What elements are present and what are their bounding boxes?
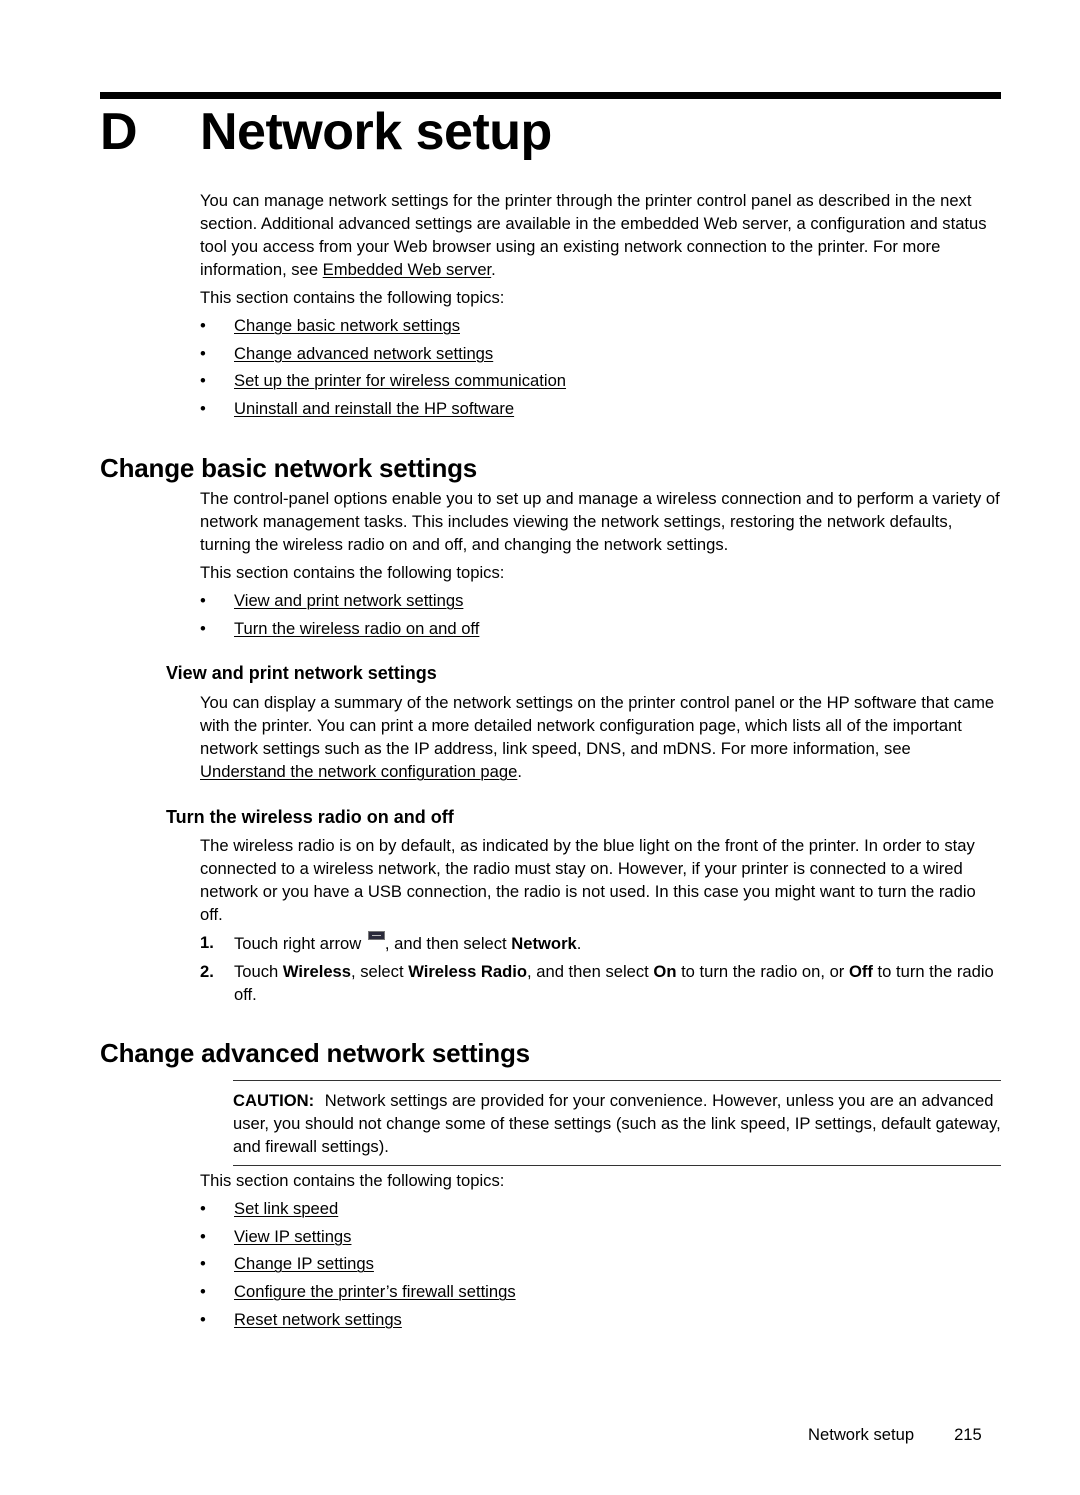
list-item: • Uninstall and reinstall the HP software bbox=[200, 397, 566, 425]
link-change-basic-network-settings[interactable]: Change basic network settings bbox=[234, 316, 460, 335]
advanced-topics-intro: This section contains the following topi… bbox=[200, 1171, 505, 1190]
document-page: D Network setup You can manage network se… bbox=[0, 0, 1080, 1495]
step-number: 1. bbox=[200, 933, 214, 952]
link-wireless-communication[interactable]: Set up the printer for wireless communic… bbox=[234, 371, 566, 390]
list-item: • Reset network settings bbox=[200, 1308, 516, 1336]
basic-settings-paragraph: The control-panel options enable you to … bbox=[200, 489, 1000, 554]
step-number: 2. bbox=[200, 962, 214, 981]
bullet-icon: • bbox=[200, 618, 206, 638]
chapter-rule bbox=[100, 92, 1001, 99]
step-2: 2. Touch Wireless, select Wireless Radio… bbox=[200, 960, 1000, 1006]
link-firewall-settings[interactable]: Configure the printer’s firewall setting… bbox=[234, 1282, 516, 1301]
list-item: • View and print network settings bbox=[200, 589, 479, 617]
step-text: , select bbox=[351, 962, 409, 981]
link-network-configuration-page[interactable]: Understand the network configuration pag… bbox=[200, 762, 517, 781]
caution-text: Network settings are provided for your c… bbox=[233, 1091, 1001, 1156]
step-text: Touch right arrow bbox=[234, 934, 366, 953]
link-change-advanced-network-settings[interactable]: Change advanced network settings bbox=[234, 344, 493, 363]
caution-paragraph: CAUTION: Network settings are provided f… bbox=[233, 1089, 1001, 1158]
intro-text: You can manage network settings for the … bbox=[200, 191, 987, 279]
intro-text-end: . bbox=[491, 260, 496, 279]
list-item: • View IP settings bbox=[200, 1225, 516, 1253]
link-change-ip-settings[interactable]: Change IP settings bbox=[234, 1254, 374, 1273]
bullet-icon: • bbox=[200, 1226, 206, 1246]
step-text: to turn the radio on, or bbox=[676, 962, 849, 981]
step-text: , and then select bbox=[384, 934, 512, 953]
bullet-icon: • bbox=[200, 1282, 206, 1302]
bullet-icon: • bbox=[200, 316, 206, 335]
link-view-ip-settings[interactable]: View IP settings bbox=[234, 1227, 351, 1246]
intro-topics-list: • Change basic network settings • Change a… bbox=[200, 314, 566, 425]
page-footer: Network setup 215 bbox=[808, 1424, 982, 1446]
list-item: • Configure the printer’s firewall settin… bbox=[200, 1280, 516, 1308]
wireless-radio-paragraph: The wireless radio is on by default, as … bbox=[200, 836, 976, 924]
bullet-icon: • bbox=[200, 1199, 206, 1218]
bullet-icon: • bbox=[200, 371, 206, 391]
sub-heading-view-print: View and print network settings bbox=[166, 663, 437, 683]
section-heading-advanced: Change advanced network settings bbox=[100, 1038, 530, 1068]
list-item: • Turn the wireless radio on and off bbox=[200, 617, 479, 645]
page-number: 215 bbox=[954, 1425, 982, 1444]
link-reset-network-settings[interactable]: Reset network settings bbox=[234, 1310, 402, 1329]
bullet-icon: • bbox=[200, 399, 206, 419]
link-uninstall-reinstall[interactable]: Uninstall and reinstall the HP software bbox=[234, 399, 514, 418]
section-heading-basic: Change basic network settings bbox=[100, 453, 478, 483]
chapter-title-text: Network setup bbox=[200, 103, 552, 161]
caution-label: CAUTION: bbox=[233, 1091, 315, 1110]
list-item: • Set up the printer for wireless communi… bbox=[200, 369, 566, 397]
right-arrow-button-icon bbox=[367, 931, 385, 940]
bullet-icon: • bbox=[200, 1309, 206, 1329]
intro-paragraph: You can manage network settings for the … bbox=[200, 189, 1000, 281]
chapter-title: D Network setup bbox=[100, 101, 552, 163]
chapter-letter: D bbox=[100, 103, 138, 161]
step-text: Touch bbox=[234, 962, 283, 981]
list-item: • Change IP settings bbox=[200, 1252, 516, 1280]
basic-topics-intro: This section contains the following topi… bbox=[200, 563, 505, 582]
step-bold-network: Network bbox=[511, 934, 577, 953]
step-1: 1. Touch right arrow , and then select N… bbox=[200, 931, 1000, 955]
bullet-icon: • bbox=[200, 1254, 206, 1274]
step-bold-wireless: Wireless bbox=[282, 962, 351, 981]
view-print-text: You can display a summary of the network… bbox=[200, 693, 995, 758]
link-turn-wireless-radio[interactable]: Turn the wireless radio on and off bbox=[234, 619, 479, 638]
link-embedded-web-server[interactable]: Embedded Web server bbox=[323, 260, 492, 279]
wireless-radio-steps: 1. Touch right arrow , and then select N… bbox=[200, 931, 1000, 1011]
basic-topics-list: • View and print network settings • Turn t… bbox=[200, 589, 479, 644]
footer-section-title: Network setup bbox=[808, 1425, 915, 1444]
intro-topics-intro: This section contains the following topi… bbox=[200, 288, 505, 307]
advanced-topics-list: • Set link speed • View IP settings • Chang… bbox=[200, 1197, 516, 1335]
step-text: . bbox=[576, 934, 582, 953]
link-set-link-speed[interactable]: Set link speed bbox=[234, 1199, 338, 1218]
sub-heading-wireless-radio: Turn the wireless radio on and off bbox=[166, 807, 454, 827]
step-bold-wireless-radio: Wireless Radio bbox=[408, 962, 528, 981]
bullet-icon: • bbox=[200, 343, 206, 363]
list-item: • Change basic network settings bbox=[200, 314, 566, 342]
list-item: • Set link speed bbox=[200, 1197, 516, 1225]
list-item: • Change advanced network settings bbox=[200, 342, 566, 370]
bullet-icon: • bbox=[200, 591, 206, 610]
view-print-text-end: . bbox=[517, 762, 522, 781]
step-text: , and then select bbox=[527, 962, 654, 981]
step-bold-off: Off bbox=[848, 962, 873, 981]
caution-note: CAUTION: Network settings are provided f… bbox=[233, 1080, 1001, 1166]
link-view-print-network-settings[interactable]: View and print network settings bbox=[234, 591, 463, 610]
step-bold-on: On bbox=[653, 962, 677, 981]
view-print-paragraph: You can display a summary of the network… bbox=[200, 691, 1000, 783]
